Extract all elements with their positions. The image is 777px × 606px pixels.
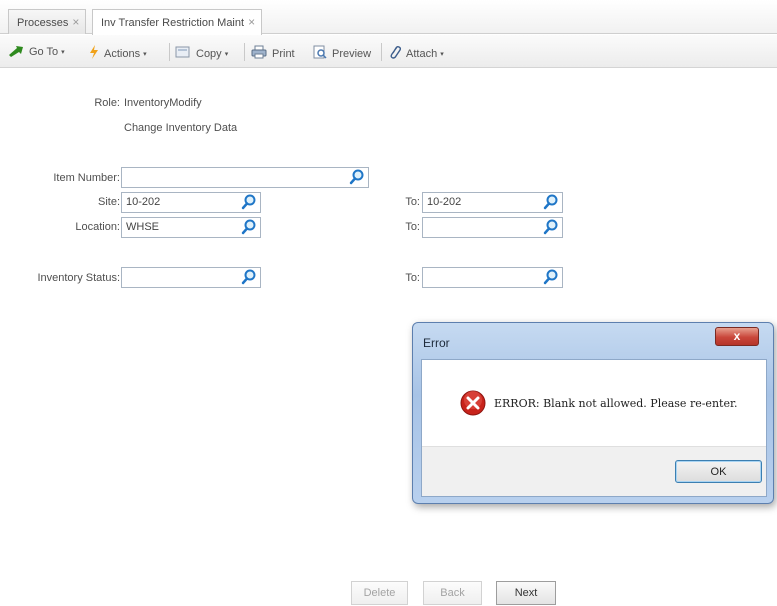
toolbar-separator [244, 43, 245, 61]
print-label: Print [272, 48, 295, 60]
inventory-status-to-label: To: [405, 272, 420, 284]
tab-label: Processes [17, 17, 69, 29]
dialog-body: ERROR: Blank not allowed. Please re-ente… [421, 359, 767, 497]
error-circle-icon [460, 390, 486, 416]
site-from-value: 10-202 [126, 196, 161, 208]
actions-label: Actions [104, 48, 141, 60]
copy-button[interactable]: Copy ▾ [175, 45, 229, 60]
chevron-down-icon: ▾ [143, 51, 147, 58]
go-to-button[interactable]: Go To ▾ [8, 45, 65, 59]
inventory-status-from-field[interactable] [121, 267, 261, 288]
magnifier-icon[interactable] [543, 194, 559, 210]
attach-button[interactable]: Attach ▾ [389, 45, 444, 60]
chevron-down-icon: ▾ [61, 49, 65, 56]
chevron-down-icon: ▾ [224, 51, 229, 58]
inventory-status-label: Inventory Status: [37, 272, 120, 284]
next-button[interactable]: Next [496, 581, 556, 605]
site-to-field[interactable]: 10-202 [422, 192, 563, 213]
magnifier-icon[interactable] [241, 269, 257, 285]
printer-icon [251, 45, 267, 59]
tab-processes[interactable]: Processes × [8, 9, 87, 34]
paperclip-icon [390, 45, 401, 59]
lightning-icon [90, 45, 98, 59]
chevron-down-icon: ▾ [440, 51, 444, 58]
role-description: Change Inventory Data [124, 122, 238, 134]
dialog-title: Error [423, 336, 450, 350]
location-from-value: WHSE [126, 221, 159, 233]
location-to-label: To: [405, 221, 420, 233]
close-button[interactable]: x [715, 327, 759, 346]
magnifier-icon[interactable] [241, 219, 257, 235]
tab-inv-transfer-restriction-maint[interactable]: Inv Transfer Restriction Maint × [92, 9, 263, 35]
error-message: ERROR: Blank not allowed. Please re-ente… [494, 397, 738, 410]
close-tab-icon[interactable]: × [72, 15, 79, 29]
tab-strip: Processes × Inv Transfer Restriction Main… [0, 0, 777, 35]
toolbar-separator [381, 43, 382, 61]
item-number-field[interactable] [121, 167, 369, 188]
go-to-arrow-icon [9, 46, 23, 57]
item-number-label: Item Number: [53, 172, 120, 184]
copy-label: Copy [196, 48, 222, 60]
attach-label: Attach [406, 48, 438, 60]
site-from-field[interactable]: 10-202 [121, 192, 261, 213]
toolbar-separator [169, 43, 170, 61]
role-label: Role: [94, 97, 120, 109]
close-tab-icon[interactable]: × [248, 15, 255, 29]
error-dialog: Error x ERROR: Blank not allowed. Please… [412, 322, 774, 504]
go-to-label: Go To [29, 46, 59, 58]
magnifier-icon[interactable] [543, 219, 559, 235]
site-label: Site: [97, 196, 120, 208]
preview-label: Preview [332, 48, 372, 60]
copy-icon [175, 46, 190, 58]
preview-icon [313, 45, 327, 59]
magnifier-icon[interactable] [543, 269, 559, 285]
toolbar: Go To ▾ Actions ▾ Copy ▾ Print Preview Atta… [0, 35, 777, 68]
back-button[interactable]: Back [423, 581, 482, 605]
tab-label: Inv Transfer Restriction Maint [101, 17, 245, 29]
site-to-label: To: [405, 196, 420, 208]
location-to-field[interactable] [422, 217, 563, 238]
inventory-status-to-field[interactable] [422, 267, 563, 288]
preview-button[interactable]: Preview [313, 45, 372, 60]
magnifier-icon[interactable] [349, 169, 365, 185]
delete-button[interactable]: Delete [351, 581, 408, 605]
print-button[interactable]: Print [251, 45, 295, 60]
site-to-value: 10-202 [427, 196, 462, 208]
role-value: InventoryModify [124, 97, 202, 109]
location-label: Location: [75, 221, 120, 233]
magnifier-icon[interactable] [241, 194, 257, 210]
actions-button[interactable]: Actions ▾ [89, 45, 147, 60]
ok-button[interactable]: OK [675, 460, 762, 483]
location-from-field[interactable]: WHSE [121, 217, 261, 238]
